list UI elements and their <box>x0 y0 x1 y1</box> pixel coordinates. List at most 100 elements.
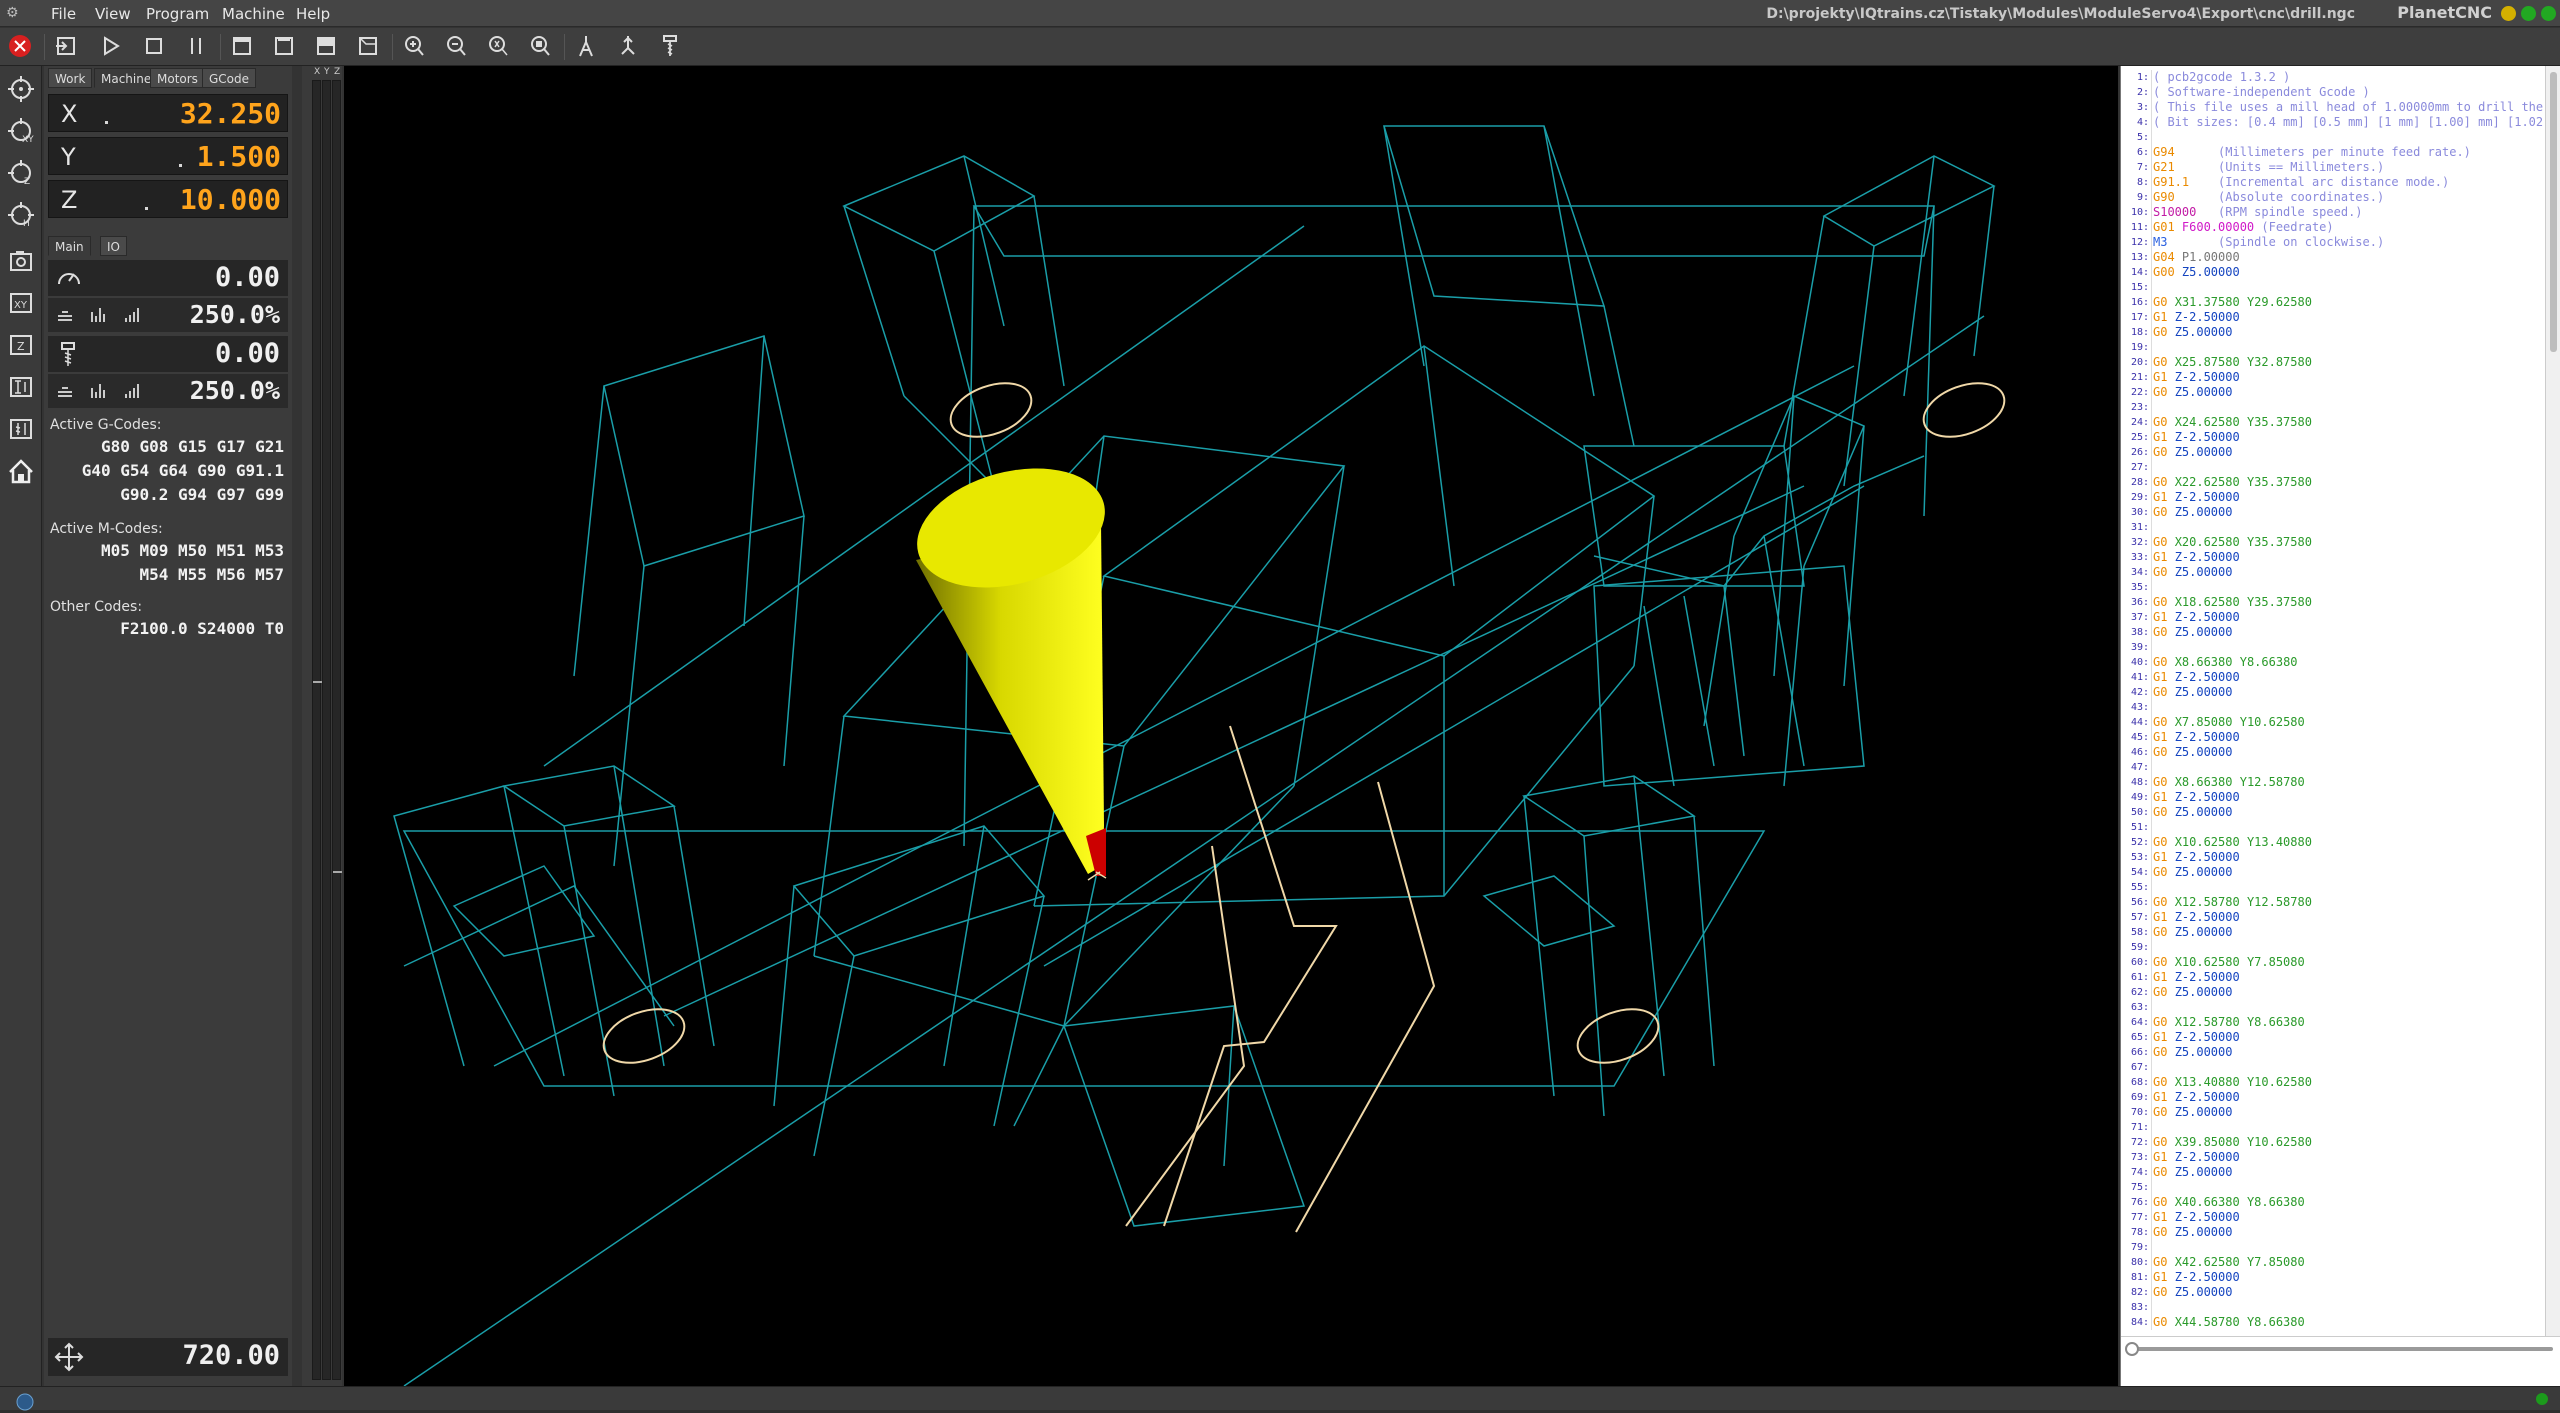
gcode-line[interactable]: 71: <box>2121 1120 2545 1135</box>
gcode-line[interactable]: 8: G91.1 (Incremental arc distance mode.) <box>2121 175 2545 190</box>
gcode-line[interactable]: 2: ( Software-independent Gcode ) <box>2121 85 2545 100</box>
goto-zero-xy-button[interactable]: XY <box>2 112 40 150</box>
gcode-line[interactable]: 57: G1 Z-2.50000 <box>2121 910 2545 925</box>
gcode-line[interactable]: 29: G1 Z-2.50000 <box>2121 490 2545 505</box>
slider-track-x[interactable] <box>312 80 322 1380</box>
gcode-line[interactable]: 23: <box>2121 400 2545 415</box>
gcode-line[interactable]: 47: <box>2121 760 2545 775</box>
gcode-line[interactable]: 51: <box>2121 820 2545 835</box>
gcode-line[interactable]: 36: G0 X18.62580 Y35.37580 <box>2121 595 2545 610</box>
slider-track-y[interactable] <box>322 80 331 1380</box>
gcode-line[interactable]: 28: G0 X22.62580 Y35.37580 <box>2121 475 2545 490</box>
gcode-line[interactable]: 49: G1 Z-2.50000 <box>2121 790 2545 805</box>
gcode-line[interactable]: 66: G0 Z5.00000 <box>2121 1045 2545 1060</box>
gcode-line[interactable]: 10: S10000 (RPM spindle speed.) <box>2121 205 2545 220</box>
tab-gcode[interactable]: GCode <box>202 68 257 88</box>
gcode-line[interactable]: 14: G00 Z5.00000 <box>2121 265 2545 280</box>
jog-speed-row[interactable]: 720.00 <box>48 1338 288 1376</box>
goto-zero-xyz-button[interactable] <box>2 70 40 108</box>
gcode-line[interactable]: 37: G1 Z-2.50000 <box>2121 610 2545 625</box>
gcode-line[interactable]: 27: <box>2121 460 2545 475</box>
gcode-line[interactable]: 39: <box>2121 640 2545 655</box>
gcode-line[interactable]: 54: G0 Z5.00000 <box>2121 865 2545 880</box>
pause-button[interactable] <box>178 28 214 64</box>
gcode-line[interactable]: 33: G1 Z-2.50000 <box>2121 550 2545 565</box>
gcode-line[interactable]: 26: G0 Z5.00000 <box>2121 445 2545 460</box>
play-button[interactable] <box>92 28 128 64</box>
coord-x-row[interactable]: X 32.250 <box>48 94 288 132</box>
menu-view[interactable]: View <box>95 4 131 24</box>
gcode-line[interactable]: 25: G1 Z-2.50000 <box>2121 430 2545 445</box>
gcode-line[interactable]: 13: G04 P1.00000 <box>2121 250 2545 265</box>
gcode-line[interactable]: 7: G21 (Units == Millimeters.) <box>2121 160 2545 175</box>
goto-zero-z-button[interactable]: Z <box>2 154 40 192</box>
gcode-line[interactable]: 11: G01 F600.00000 (Feedrate) <box>2121 220 2545 235</box>
menu-help[interactable]: Help <box>296 4 330 24</box>
gcode-line[interactable]: 16: G0 X31.37580 Y29.62580 <box>2121 295 2545 310</box>
gcode-vertical-scrollbar[interactable] <box>2545 66 2560 1336</box>
gcode-line[interactable]: 21: G1 Z-2.50000 <box>2121 370 2545 385</box>
gcode-line[interactable]: 76: G0 X40.66380 Y8.66380 <box>2121 1195 2545 1210</box>
spindle-override-row[interactable]: 250.0% <box>48 374 288 408</box>
home-button[interactable] <box>2 452 40 490</box>
gcode-line[interactable]: 22: G0 Z5.00000 <box>2121 385 2545 400</box>
gcode-line[interactable]: 41: G1 Z-2.50000 <box>2121 670 2545 685</box>
gcode-line[interactable]: 46: G0 Z5.00000 <box>2121 745 2545 760</box>
gcode-line[interactable]: 56: G0 X12.58780 Y12.58780 <box>2121 895 2545 910</box>
close-button[interactable] <box>2541 6 2556 21</box>
menu-machine[interactable]: Machine <box>222 4 285 24</box>
gcode-line[interactable]: 43: <box>2121 700 2545 715</box>
view-front-button[interactable] <box>224 28 260 64</box>
coord-z-row[interactable]: Z 10.000 <box>48 180 288 218</box>
gcode-line[interactable]: 5: <box>2121 130 2545 145</box>
zoom-out-button[interactable] <box>438 28 474 64</box>
gcode-line[interactable]: 48: G0 X8.66380 Y12.58780 <box>2121 775 2545 790</box>
tool-length-button[interactable] <box>2 410 40 448</box>
gcode-line[interactable]: 75: <box>2121 1180 2545 1195</box>
gcode-line[interactable]: 53: G1 Z-2.50000 <box>2121 850 2545 865</box>
gcode-line[interactable]: 61: G1 Z-2.50000 <box>2121 970 2545 985</box>
gcode-line[interactable]: 34: G0 Z5.00000 <box>2121 565 2545 580</box>
gcode-line[interactable]: 40: G0 X8.66380 Y8.66380 <box>2121 655 2545 670</box>
gcode-line[interactable]: 20: G0 X25.87580 Y32.87580 <box>2121 355 2545 370</box>
tab-machine[interactable]: Machine <box>94 68 159 88</box>
gcode-line[interactable]: 38: G0 Z5.00000 <box>2121 625 2545 640</box>
tab-main[interactable]: Main <box>48 236 91 256</box>
gcode-line[interactable]: 67: <box>2121 1060 2545 1075</box>
gcode-line[interactable]: 59: <box>2121 940 2545 955</box>
set-z-button[interactable]: Z <box>2 326 40 364</box>
gcode-line[interactable]: 78: G0 Z5.00000 <box>2121 1225 2545 1240</box>
gcode-line[interactable]: 31: <box>2121 520 2545 535</box>
gcode-line[interactable]: 24: G0 X24.62580 Y35.37580 <box>2121 415 2545 430</box>
gcode-line[interactable]: 1: ( pcb2gcode 1.3.2 ) <box>2121 70 2545 85</box>
gcode-line[interactable]: 15: <box>2121 280 2545 295</box>
gcode-line[interactable]: 65: G1 Z-2.50000 <box>2121 1030 2545 1045</box>
menu-file[interactable]: File <box>51 4 76 24</box>
gcode-line[interactable]: 72: G0 X39.85080 Y10.62580 <box>2121 1135 2545 1150</box>
gcode-line[interactable]: 60: G0 X10.62580 Y7.85080 <box>2121 955 2545 970</box>
gcode-line[interactable]: 9: G90 (Absolute coordinates.) <box>2121 190 2545 205</box>
app-menu-icon[interactable]: ⚙ <box>6 5 22 21</box>
gcode-line[interactable]: 3: ( This file uses a mill head of 1.0000… <box>2121 100 2545 115</box>
gcode-line[interactable]: 84: G0 X44.58780 Y8.66380 <box>2121 1315 2545 1330</box>
gcode-line[interactable]: 74: G0 Z5.00000 <box>2121 1165 2545 1180</box>
slider-track-z[interactable] <box>332 80 342 1380</box>
gcode-line[interactable]: 18: G0 Z5.00000 <box>2121 325 2545 340</box>
gcode-slider-knob[interactable] <box>2125 1342 2139 1356</box>
tool-button[interactable] <box>652 28 688 64</box>
feed-override-row[interactable]: 250.0% <box>48 298 288 332</box>
gcode-line[interactable]: 55: <box>2121 880 2545 895</box>
tab-work[interactable]: Work <box>48 68 93 88</box>
zoom-window-button[interactable] <box>522 28 558 64</box>
gcode-line[interactable]: 83: <box>2121 1300 2545 1315</box>
camera-button[interactable] <box>2 242 40 280</box>
zoom-in-button[interactable] <box>396 28 432 64</box>
tab-io[interactable]: IO <box>100 236 127 256</box>
gcode-line[interactable]: 80: G0 X42.62580 Y7.85080 <box>2121 1255 2545 1270</box>
estop-button[interactable] <box>2 28 38 64</box>
gcode-line[interactable]: 68: G0 X13.40880 Y10.62580 <box>2121 1075 2545 1090</box>
gcode-line[interactable]: 32: G0 X20.62580 Y35.37580 <box>2121 535 2545 550</box>
gcode-line[interactable]: 17: G1 Z-2.50000 <box>2121 310 2545 325</box>
probe-button[interactable] <box>610 28 646 64</box>
stop-button[interactable] <box>136 28 172 64</box>
